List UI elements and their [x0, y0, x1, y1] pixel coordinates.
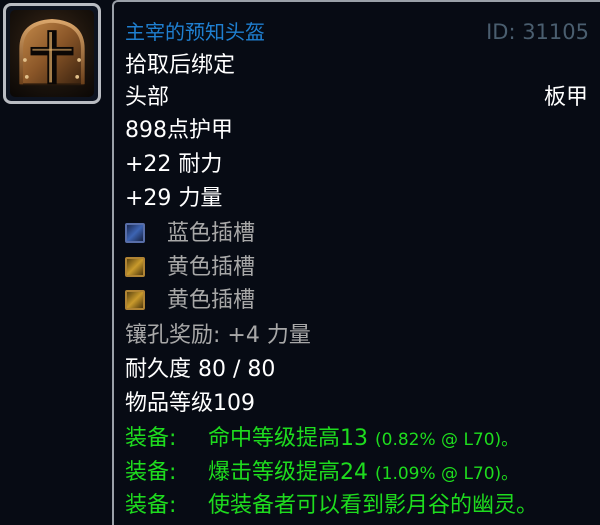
- socket-label: 黄色插槽: [167, 288, 256, 313]
- equip-prefix: 装备:: [125, 460, 177, 485]
- equip-prefix: 装备:: [125, 493, 177, 518]
- tooltip-panel: 主宰的预知头盔 ID: 31105 拾取后绑定 头部 板甲 898点护甲 +22…: [112, 0, 600, 525]
- plate-helm-icon: [10, 10, 94, 97]
- equip-text: 使装备者可以看到影月谷的幽灵。: [208, 493, 539, 518]
- equip-effect-crit: 装备: 爆击等级提高24 (1.09% @ L70)。: [125, 460, 518, 487]
- yellow-socket-icon: [125, 257, 145, 277]
- stat-strength: +29 力量: [125, 186, 223, 211]
- equip-detail: (0.82% @ L70)。: [375, 430, 519, 450]
- equip-detail: (1.09% @ L70)。: [375, 464, 519, 484]
- yellow-socket-icon: [125, 290, 145, 310]
- equip-effect-vision: 装备: 使装备者可以看到影月谷的幽灵。: [125, 493, 538, 519]
- socket-row-blue: 蓝色插槽: [125, 221, 255, 247]
- socket-row-yellow: 黄色插槽: [125, 288, 255, 314]
- item-icon-frame[interactable]: [3, 3, 101, 104]
- socket-label: 黄色插槽: [167, 255, 256, 280]
- socket-row-yellow: 黄色插槽: [125, 255, 255, 281]
- equip-prefix: 装备:: [125, 426, 177, 451]
- blue-socket-icon: [125, 223, 145, 243]
- item-id: ID: 31105: [486, 20, 589, 44]
- binding-text: 拾取后绑定: [125, 53, 236, 78]
- armor-value: 898点护甲: [125, 118, 233, 143]
- item-name[interactable]: 主宰的预知头盔: [125, 19, 265, 45]
- equip-text: 命中等级提高13: [208, 426, 368, 451]
- equip-effect-hit: 装备: 命中等级提高13 (0.82% @ L70)。: [125, 426, 518, 453]
- stat-stamina: +22 耐力: [125, 152, 223, 177]
- item-tooltip-screen: 主宰的预知头盔 ID: 31105 拾取后绑定 头部 板甲 898点护甲 +22…: [0, 0, 600, 525]
- durability-text: 耐久度 80 / 80: [125, 357, 276, 382]
- socket-label: 蓝色插槽: [167, 221, 256, 246]
- equip-text: 爆击等级提高24: [208, 460, 368, 485]
- socket-bonus: 镶孔奖励: +4 力量: [125, 323, 311, 348]
- slot-text: 头部: [125, 85, 170, 110]
- armor-type-text: 板甲: [543, 85, 588, 110]
- item-level-text: 物品等级109: [125, 391, 255, 416]
